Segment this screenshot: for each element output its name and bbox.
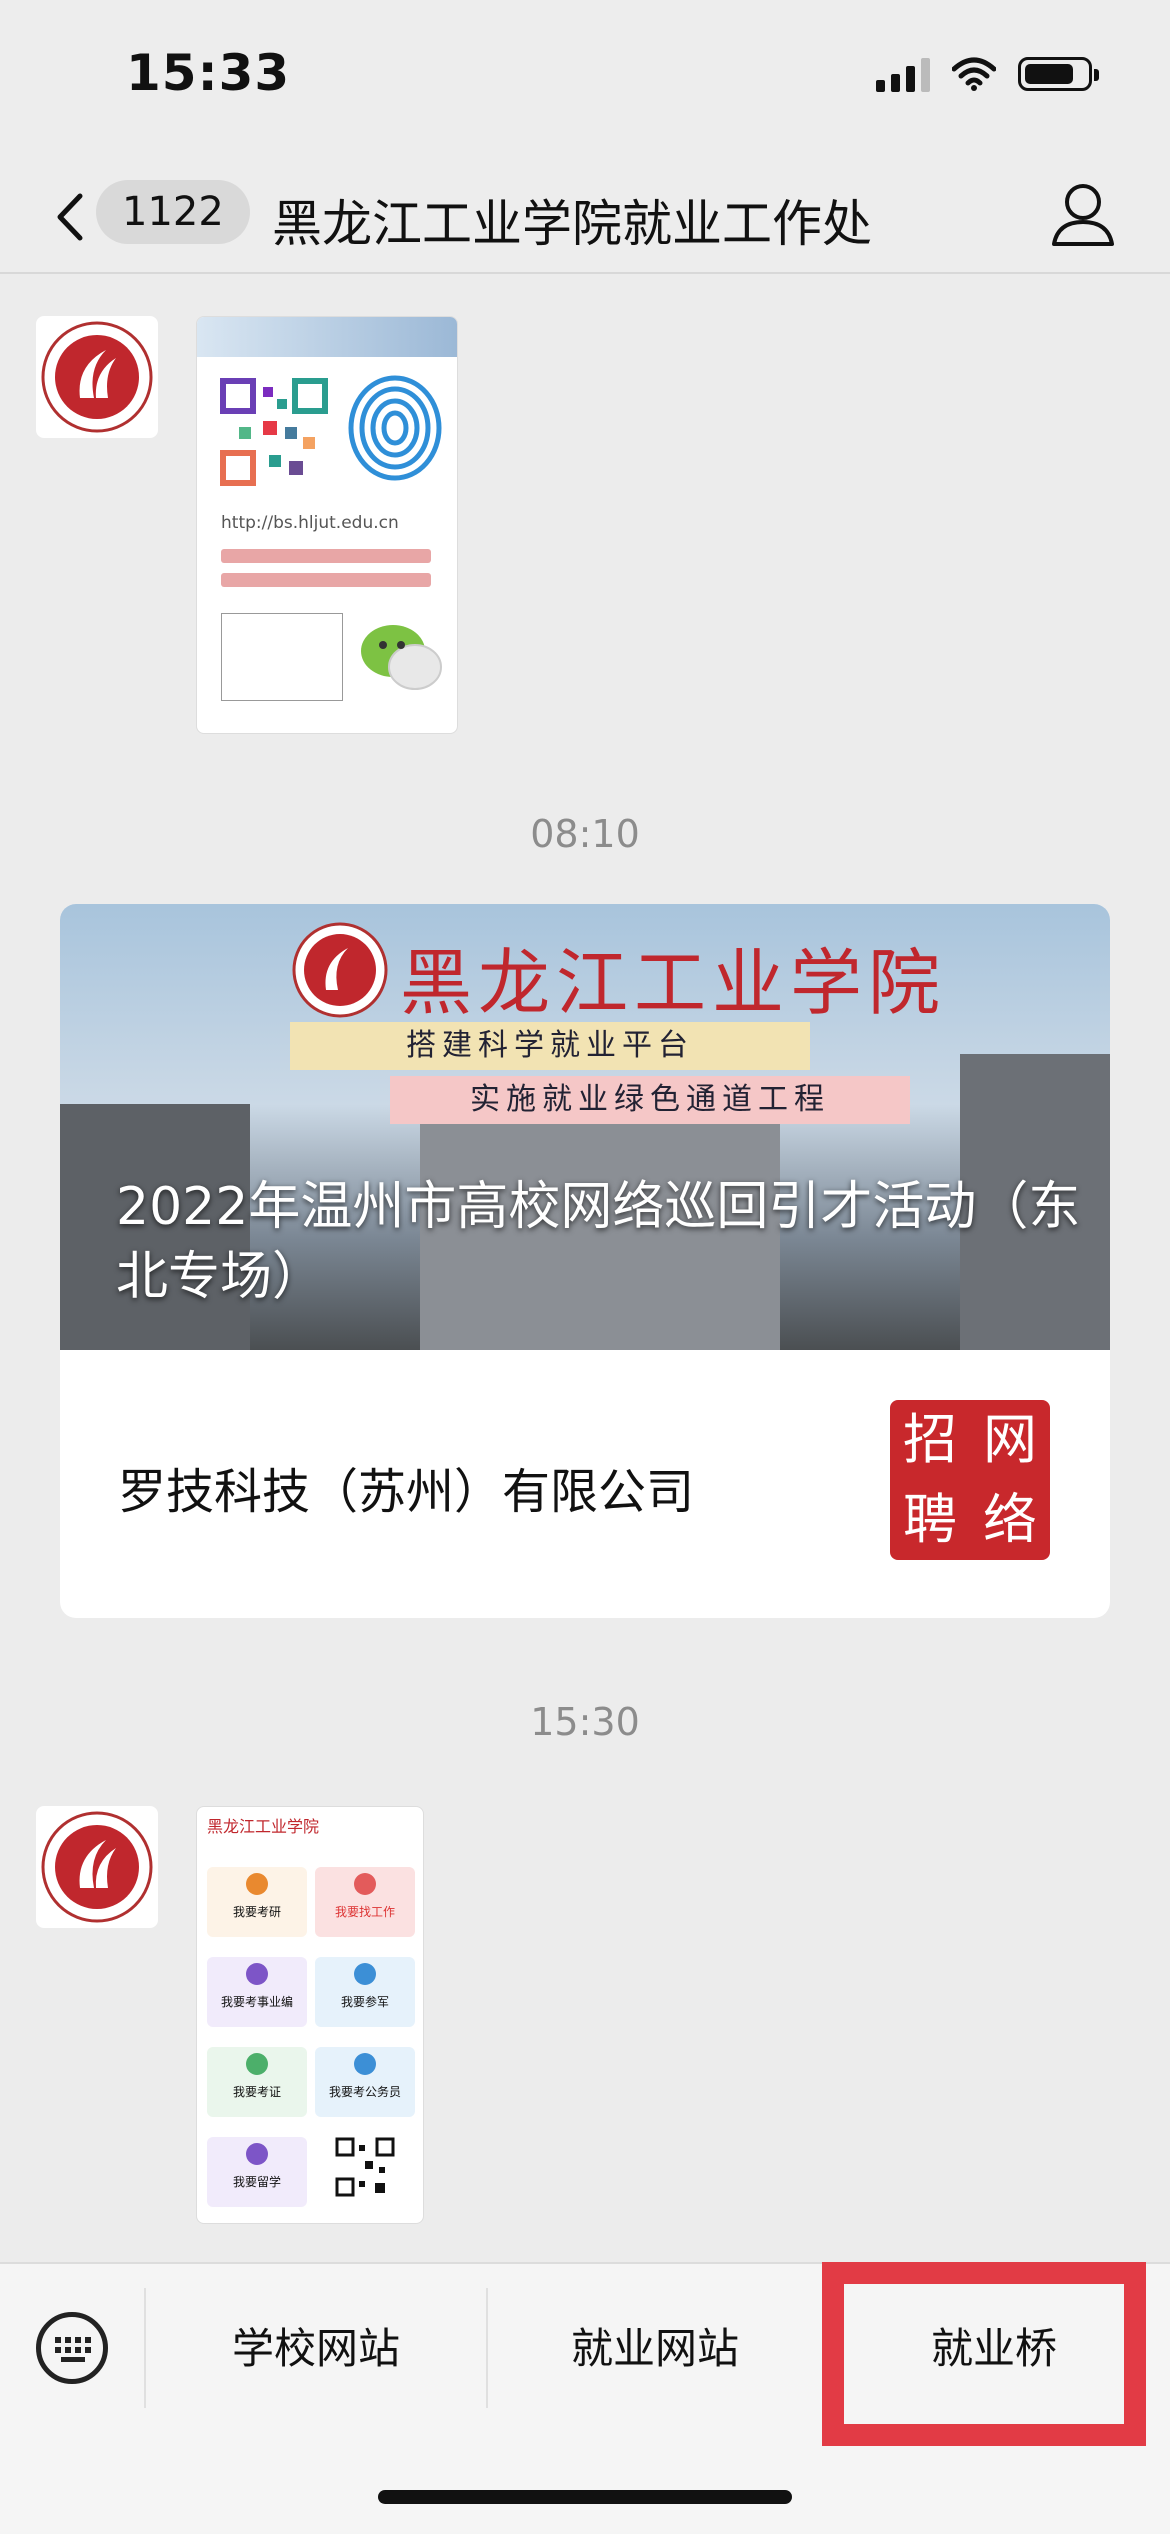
keyboard-toggle-icon[interactable] — [36, 2312, 108, 2384]
menu-tile: 我要考证 — [207, 2047, 307, 2117]
text-line — [221, 573, 431, 587]
form-box — [221, 613, 343, 701]
qr-url-text: http://bs.hljut.edu.cn — [221, 513, 399, 533]
cellular-signal-icon — [876, 56, 930, 92]
menu-tile: 我要参军 — [315, 1957, 415, 2027]
school-logo-icon — [41, 1811, 153, 1923]
banner-slogan-1: 搭建科学就业平台 — [290, 1022, 810, 1070]
menu-tile: 我要考研 — [207, 1867, 307, 1937]
chat-title: 黑龙江工业学院就业工作处 — [272, 195, 872, 253]
wifi-icon — [952, 57, 996, 91]
seal-char: 招 — [903, 1408, 957, 1471]
unread-count-badge[interactable]: 1122 — [96, 180, 250, 244]
seal-char: 聘 — [903, 1488, 957, 1551]
battery-icon — [1018, 57, 1099, 91]
menu-image-header: 黑龙江工业学院 — [207, 1817, 320, 1836]
qr-code-icon — [335, 2137, 395, 2197]
banner-school-name: 黑龙江工业学院 — [400, 941, 947, 1025]
seal-char: 网 — [983, 1408, 1037, 1471]
menu-tile: 我要留学 — [207, 2137, 307, 2207]
article-cover-image: 黑龙江工业学院 搭建科学就业平台 实施就业绿色通道工程 2022年温州市高校网络… — [60, 904, 1110, 1350]
fingerprint-icon — [348, 375, 442, 481]
wechat-icon — [361, 625, 442, 690]
account-avatar[interactable] — [36, 1806, 158, 1928]
seal-char: 络 — [983, 1488, 1037, 1551]
banner-slogan-2: 实施就业绿色通道工程 — [390, 1076, 910, 1124]
service-menu-image-message[interactable]: 黑龙江工业学院 我要考研 我要找工作 我要考事业编 我要参军 我要考证 我要考公… — [196, 1806, 424, 2224]
image-header-strip — [197, 317, 457, 357]
article-card[interactable]: 黑龙江工业学院 搭建科学就业平台 实施就业绿色通道工程 2022年温州市高校网络… — [60, 904, 1110, 1618]
school-logo-icon — [292, 922, 388, 1018]
status-bar: 15:33 — [0, 0, 1170, 160]
profile-icon[interactable] — [1048, 178, 1118, 254]
recruitment-seal-image: 招 网 聘 络 — [890, 1400, 1050, 1560]
article-title: 2022年温州市高校网络巡回引才活动（东北专场） — [116, 1177, 1081, 1307]
status-time: 15:33 — [126, 44, 291, 102]
qr-code-icon — [219, 377, 329, 487]
menu-item-employment-website[interactable]: 就业网站 — [488, 2294, 822, 2404]
menu-item-school-website[interactable]: 学校网站 — [146, 2294, 486, 2404]
menu-tile: 我要考事业编 — [207, 1957, 307, 2027]
status-icons — [876, 56, 1099, 92]
menu-tile: 我要考公务员 — [315, 2047, 415, 2117]
home-indicator — [378, 2490, 792, 2504]
highlight-box — [822, 2262, 1146, 2446]
account-avatar[interactable] — [36, 316, 158, 438]
article-subtitle: 罗技科技（苏州）有限公司 — [118, 1464, 695, 1520]
text-line — [221, 549, 431, 563]
school-logo-icon — [41, 321, 153, 433]
qr-code-image-message[interactable]: http://bs.hljut.edu.cn — [196, 316, 458, 734]
chat-header: 1122 黑龙江工业学院就业工作处 — [0, 160, 1170, 274]
menu-tile: 我要找工作 — [315, 1867, 415, 1937]
message-timestamp: 08:10 — [530, 812, 640, 856]
message-timestamp: 15:30 — [530, 1700, 640, 1744]
